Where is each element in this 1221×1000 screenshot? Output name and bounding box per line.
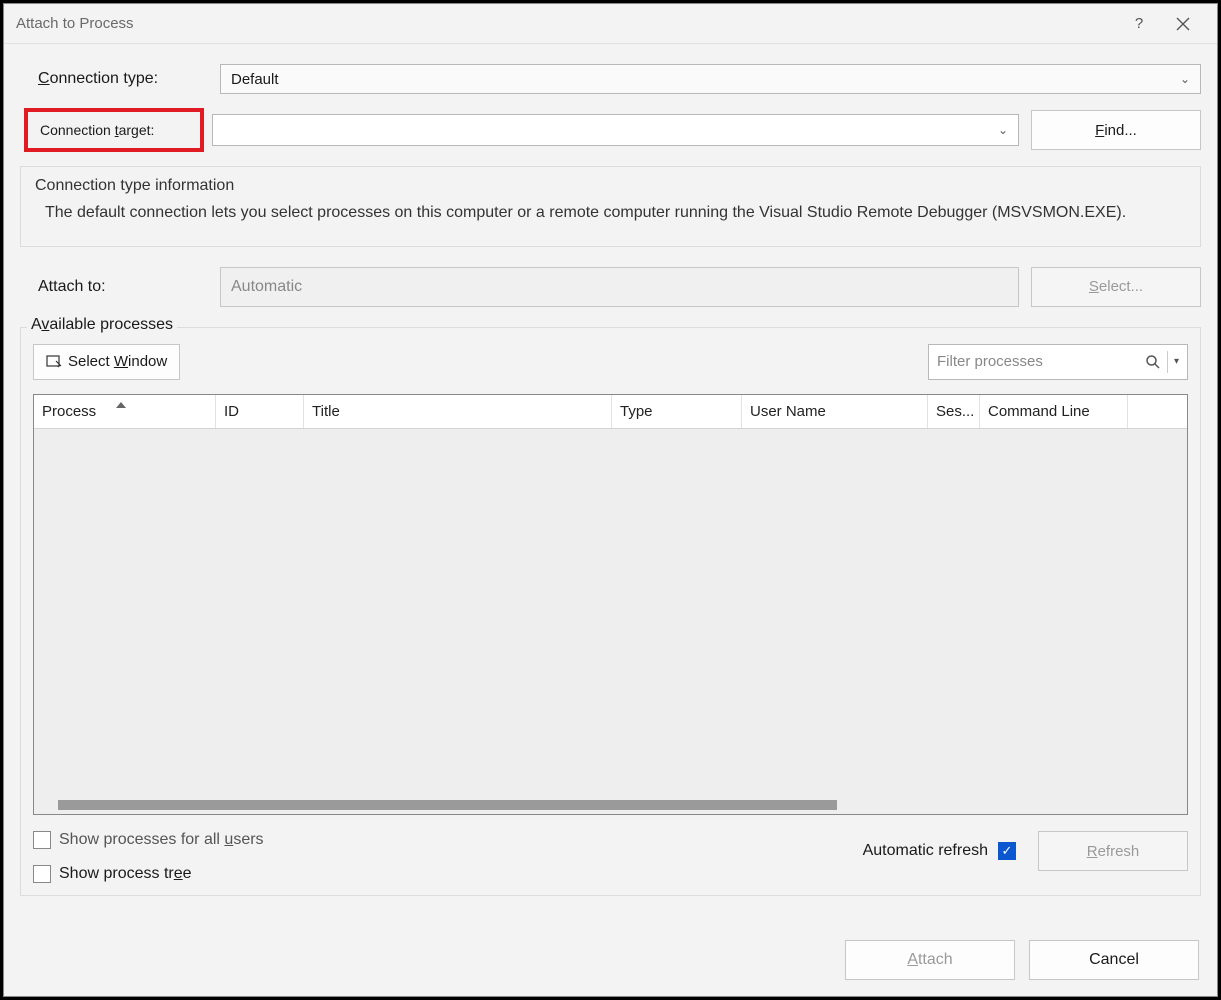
process-options-row: Show processes for all users Show proces… xyxy=(33,827,1188,883)
checkbox-icon xyxy=(33,865,51,883)
scrollbar-thumb[interactable] xyxy=(58,800,837,810)
column-header-user[interactable]: User Name xyxy=(742,395,928,428)
connection-info-heading: Connection type information xyxy=(35,177,1186,195)
connection-target-row: Connection target: ⌄ Find... xyxy=(20,108,1201,152)
attach-to-row: Attach to: Automatic Select... xyxy=(20,267,1201,307)
column-header-process[interactable]: Process xyxy=(34,395,216,428)
show-all-users-label: Show processes for all users xyxy=(59,831,264,849)
dialog-body: Connection type: Default ⌄ Connection ta… xyxy=(4,44,1217,926)
separator xyxy=(1167,351,1168,373)
dropdown-caret-icon[interactable]: ▾ xyxy=(1174,356,1179,367)
automatic-refresh-checkbox[interactable]: ✓ xyxy=(998,842,1016,860)
process-table-header: ProcessIDTitleTypeUser NameSes...Command… xyxy=(34,395,1187,429)
filter-processes-input[interactable]: Filter processes ▾ xyxy=(928,344,1188,380)
scrollbar-track xyxy=(38,800,1183,810)
connection-target-label: Connection target: xyxy=(40,122,154,138)
column-header-session[interactable]: Ses... xyxy=(928,395,980,428)
column-header-title[interactable]: Title xyxy=(304,395,612,428)
column-header-type[interactable]: Type xyxy=(612,395,742,428)
process-table-body[interactable] xyxy=(34,429,1187,796)
chevron-down-icon: ⌄ xyxy=(998,123,1008,137)
window-title: Attach to Process xyxy=(16,15,1117,32)
automatic-refresh-label: Automatic refresh xyxy=(863,842,988,860)
column-header-cmd[interactable]: Command Line xyxy=(980,395,1128,428)
connection-type-row: Connection type: Default ⌄ xyxy=(20,64,1201,94)
connection-info-text: The default connection lets you select p… xyxy=(35,201,1186,226)
attach-to-process-dialog: Attach to Process ? Connection type: Def… xyxy=(3,3,1218,997)
column-header-id[interactable]: ID xyxy=(216,395,304,428)
process-table: ProcessIDTitleTypeUser NameSes...Command… xyxy=(33,394,1188,815)
available-processes-group: Available processes Select Window Filter… xyxy=(20,327,1201,896)
select-window-label: Select Window xyxy=(68,353,167,370)
checkbox-column: Show processes for all users Show proces… xyxy=(33,831,264,883)
connection-type-select[interactable]: Default ⌄ xyxy=(220,64,1201,94)
show-process-tree-label: Show process tree xyxy=(59,865,192,883)
search-icon xyxy=(1145,354,1161,370)
connection-type-value: Default xyxy=(231,71,279,88)
attach-button[interactable]: Attach xyxy=(845,940,1015,980)
refresh-button[interactable]: Refresh xyxy=(1038,831,1188,871)
connection-target-label-highlight: Connection target: xyxy=(24,108,204,152)
connection-type-label: Connection type: xyxy=(20,70,220,88)
filter-placeholder: Filter processes xyxy=(937,353,1145,370)
dialog-footer: Attach Cancel xyxy=(4,926,1217,996)
select-window-button[interactable]: Select Window xyxy=(33,344,180,380)
help-button[interactable]: ? xyxy=(1117,4,1161,44)
titlebar: Attach to Process ? xyxy=(4,4,1217,44)
find-button[interactable]: Find... xyxy=(1031,110,1201,150)
chevron-down-icon: ⌄ xyxy=(1180,72,1190,86)
connection-type-info-group: Connection type information The default … xyxy=(20,166,1201,247)
connection-target-select[interactable]: ⌄ xyxy=(212,114,1019,146)
attach-to-label: Attach to: xyxy=(20,278,220,296)
available-processes-legend: Available processes xyxy=(27,316,177,334)
horizontal-scrollbar[interactable] xyxy=(34,796,1187,814)
close-button[interactable] xyxy=(1161,4,1205,44)
show-all-users-checkbox[interactable]: Show processes for all users xyxy=(33,831,264,849)
auto-refresh-row: Automatic refresh ✓ Refresh xyxy=(863,831,1188,871)
attach-to-field: Automatic xyxy=(220,267,1019,307)
select-window-icon xyxy=(46,354,62,370)
checkbox-icon xyxy=(33,831,51,849)
available-processes-toolbar: Select Window Filter processes ▾ xyxy=(33,344,1188,380)
select-button[interactable]: Select... xyxy=(1031,267,1201,307)
show-process-tree-checkbox[interactable]: Show process tree xyxy=(33,865,264,883)
attach-to-value: Automatic xyxy=(231,278,302,296)
cancel-button[interactable]: Cancel xyxy=(1029,940,1199,980)
